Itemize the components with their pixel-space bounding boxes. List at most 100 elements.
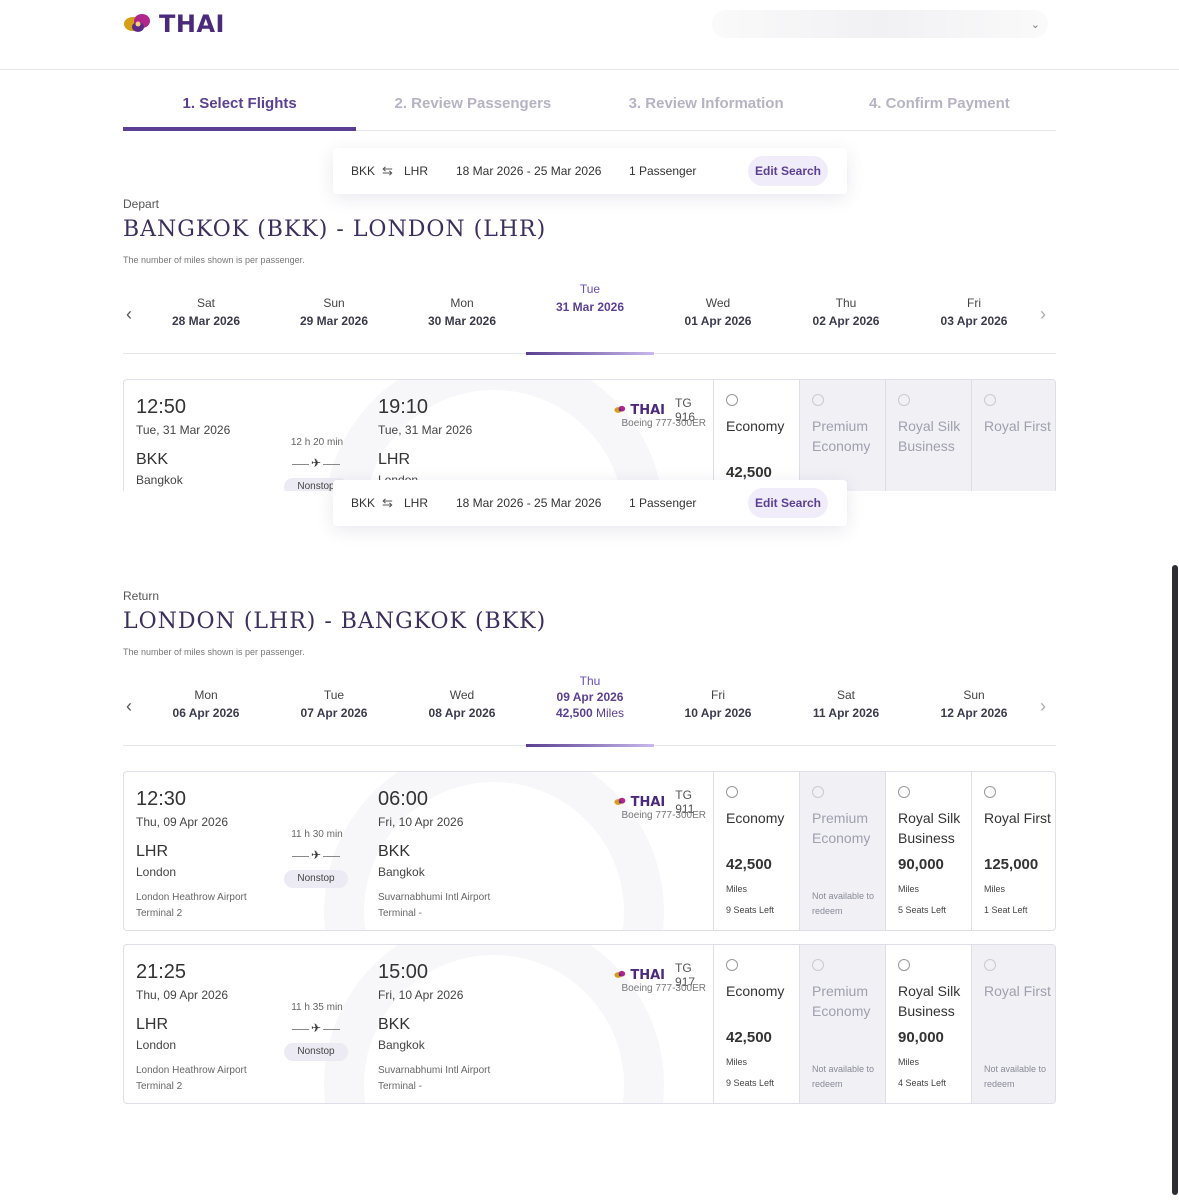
date-option[interactable]: Mon 30 Mar 2026 — [398, 282, 526, 354]
edit-search-button[interactable]: Edit Search — [748, 156, 828, 186]
chevron-right-icon[interactable]: › — [1040, 304, 1046, 325]
departure-date: Tue, 31 Mar 2026 — [136, 423, 231, 437]
search-summary-sticky: BKK ⇆ LHR 18 Mar 2026 - 25 Mar 2026 1 Pa… — [333, 480, 847, 526]
departure-date: Thu, 09 Apr 2026 — [136, 988, 229, 1002]
arrival-code: BKK — [378, 1016, 411, 1033]
chevron-left-icon[interactable]: ‹ — [126, 696, 132, 717]
lowest-miles: 42,500 Miles — [555, 706, 625, 720]
return-label: Return — [123, 589, 160, 603]
fare-radio — [812, 786, 824, 798]
fare-royal-first: Royal First — [971, 380, 1055, 491]
date-option-selected[interactable]: Thu 09 Apr 2026 42,500 Miles — [526, 674, 654, 747]
stops-badge: Nonstop — [284, 1043, 348, 1061]
route-line: ✈ — [292, 1021, 340, 1035]
route-line: ✈ — [292, 456, 340, 470]
date-option[interactable]: Fri 10 Apr 2026 — [654, 674, 782, 746]
date-option[interactable]: Sat 28 Mar 2026 — [142, 282, 270, 354]
fare-economy[interactable]: Economy 42,500 Miles 9 Seats Left — [713, 945, 799, 1103]
date-option[interactable]: Wed 08 Apr 2026 — [398, 674, 526, 746]
plane-icon: ✈ — [309, 456, 324, 470]
fare-premium-economy: Premium Economy Not available to redeem — [799, 945, 885, 1103]
arrival-date: Tue, 31 Mar 2026 — [378, 423, 473, 437]
arrival-date: Fri, 10 Apr 2026 — [378, 988, 464, 1002]
fare-premium-economy: Premium Economy — [799, 380, 885, 491]
arrival-time: 19:10 — [378, 396, 429, 418]
step-select-flights[interactable]: 1. Select Flights — [123, 82, 357, 131]
stops-badge: Nonstop — [284, 870, 348, 888]
fare-radio[interactable] — [984, 786, 996, 798]
orchid-logo-icon — [124, 14, 150, 32]
airline-name: THAI — [630, 794, 666, 810]
chevron-left-icon[interactable]: ‹ — [126, 304, 132, 325]
fare-radio[interactable] — [898, 959, 910, 971]
chevron-right-icon[interactable]: › — [1040, 696, 1046, 717]
search-dates: 18 Mar 2026 - 25 Mar 2026 — [456, 164, 602, 178]
aircraft-type: Boeing 777-300ER — [621, 418, 706, 429]
fare-radio[interactable] — [726, 959, 738, 971]
orchid-logo-icon — [614, 797, 626, 805]
brand-name: THAI — [159, 10, 225, 38]
fare-royal-silk-business: Royal Silk Business — [885, 380, 971, 491]
date-option[interactable]: Tue 07 Apr 2026 — [270, 674, 398, 746]
depart-label: Depart — [123, 197, 160, 211]
fare-radio — [898, 394, 910, 406]
fare-radio — [812, 959, 824, 971]
edit-search-button[interactable]: Edit Search — [748, 488, 828, 518]
airline-name: THAI — [630, 967, 666, 983]
departure-code: LHR — [136, 1016, 169, 1033]
departure-code: BKK — [136, 451, 169, 468]
aircraft-type: Boeing 777-300ER — [621, 983, 706, 994]
flight-card[interactable]: 21:25 Thu, 09 Apr 2026 LHR London London… — [123, 944, 1056, 1104]
route-line: ✈ — [292, 848, 340, 862]
fare-royal-silk-business[interactable]: Royal Silk Business 90,000 Miles 4 Seats Le… — [885, 945, 971, 1103]
date-option[interactable]: Wed 01 Apr 2026 — [654, 282, 782, 354]
date-option[interactable]: Thu 02 Apr 2026 — [782, 282, 910, 354]
plane-icon: ✈ — [309, 1021, 324, 1035]
arrival-time: 15:00 — [378, 961, 429, 983]
arrival-time: 06:00 — [378, 788, 429, 810]
scrollbar[interactable] — [1172, 565, 1178, 1195]
date-option[interactable]: Mon 06 Apr 2026 — [142, 674, 270, 746]
thai-logo[interactable]: THAI — [123, 10, 225, 38]
date-option[interactable]: Sat 11 Apr 2026 — [782, 674, 910, 746]
airline-name: THAI — [630, 402, 666, 418]
flight-card[interactable]: 12:30 Thu, 09 Apr 2026 LHR London London… — [123, 771, 1056, 931]
flight-duration: 11 h 35 min — [291, 1002, 343, 1013]
fare-royal-first: Royal First Not available to redeem — [971, 945, 1055, 1103]
account-menu[interactable]: ⌄ — [712, 10, 1048, 38]
fare-radio[interactable] — [726, 394, 738, 406]
date-option-selected[interactable]: Tue 31 Mar 2026 — [526, 282, 654, 355]
depart-miles-note: The number of miles shown is per passeng… — [123, 255, 305, 265]
step-review-passengers: 2. Review Passengers — [394, 95, 552, 112]
date-option[interactable]: Fri 03 Apr 2026 — [910, 282, 1038, 354]
arrival-code: BKK — [378, 843, 411, 860]
search-origin: BKK — [351, 164, 376, 178]
departure-city: Bangkok — [136, 473, 183, 487]
watermark — [324, 772, 664, 930]
depart-date-strip: ‹ Sat 28 Mar 2026 Sun 29 Mar 2026 Mon 30 Ma… — [123, 282, 1056, 355]
flight-card[interactable]: 12:50 Tue, 31 Mar 2026 BKK Bangkok 12 h … — [123, 379, 1056, 491]
fare-radio[interactable] — [898, 786, 910, 798]
watermark — [324, 945, 664, 1103]
departure-city: London — [136, 865, 177, 879]
date-option[interactable]: Sun 29 Mar 2026 — [270, 282, 398, 354]
return-date-strip: ‹ Mon 06 Apr 2026 Tue 07 Apr 2026 Wed 08 Ap… — [123, 674, 1056, 747]
arrival-code: LHR — [378, 451, 411, 468]
fare-radio — [984, 959, 996, 971]
site-header: THAI ⌄ — [0, 0, 1179, 70]
arrival-city: Bangkok — [378, 1038, 425, 1052]
fare-royal-silk-business[interactable]: Royal Silk Business 90,000 Miles 5 Seats Le… — [885, 772, 971, 930]
fare-radio[interactable] — [726, 786, 738, 798]
fare-radio — [812, 394, 824, 406]
fare-royal-first[interactable]: Royal First 125,000 Miles 1 Seat Left — [971, 772, 1055, 930]
return-route-title: LONDON (LHR) - BANGKOK (BKK) — [123, 609, 547, 634]
departure-city: London — [136, 1038, 177, 1052]
arrival-airport: Suvarnabhumi Intl Airport Terminal - — [378, 1065, 491, 1092]
return-miles-note: The number of miles shown is per passeng… — [123, 647, 305, 657]
fare-economy[interactable]: Economy 42,500 Miles 9 Seats Left — [713, 772, 799, 930]
flight-duration: 12 h 20 min — [290, 437, 344, 448]
date-option[interactable]: Sun 12 Apr 2026 — [910, 674, 1038, 746]
step-review-information: 3. Review Information — [628, 95, 784, 112]
fare-economy[interactable]: Economy 42,500 — [713, 380, 799, 491]
fare-premium-economy: Premium Economy Not available to redeem — [799, 772, 885, 930]
